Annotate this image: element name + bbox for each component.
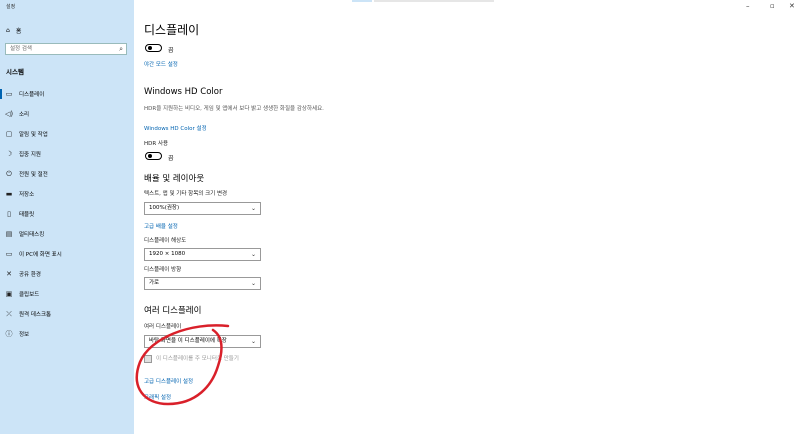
- storage-icon: ▬: [5, 190, 13, 198]
- main-display-checkbox[interactable]: [144, 355, 152, 363]
- hdr-toggle[interactable]: [145, 152, 162, 160]
- info-icon: ⓘ: [5, 330, 13, 338]
- search-placeholder: 설정 검색: [10, 46, 32, 52]
- close-button[interactable]: ✕: [789, 2, 795, 10]
- app-title: 설정: [6, 4, 16, 10]
- chevron-down-icon: ⌄: [250, 251, 256, 258]
- chevron-down-icon: ⌄: [250, 338, 256, 345]
- sidebar-item-label: 이 PC에 화면 표시: [19, 252, 62, 258]
- sidebar-item-shared[interactable]: ✕ 공유 환경: [0, 267, 134, 281]
- graphics-settings-link[interactable]: 그래픽 설정: [144, 393, 171, 401]
- speaker-icon: ◁): [4, 110, 14, 118]
- multi-display-value: 바탕 화면을 이 디스플레이에 확장: [149, 338, 227, 344]
- orientation-dropdown[interactable]: 가로 ⌄: [144, 277, 261, 290]
- sidebar-item-label: 전원 및 절전: [19, 172, 48, 178]
- multi-display-section-title: 여러 디스플레이: [144, 306, 202, 316]
- chevron-down-icon: ⌄: [250, 280, 256, 287]
- main-display-checkbox-label: 이 디스플레이를 주 모니터로 만들기: [156, 356, 239, 362]
- power-icon: ⏻: [6, 169, 12, 178]
- resolution-label: 디스플레이 해상도: [144, 238, 187, 244]
- advanced-display-link[interactable]: 고급 디스플레이 설정: [144, 377, 193, 385]
- sidebar-item-label: 소리: [19, 112, 30, 118]
- sidebar-item-label: 공유 환경: [19, 272, 41, 278]
- hdr-toggle-label: 끔: [168, 155, 174, 162]
- notification-icon: ▢: [5, 130, 13, 138]
- sidebar: 설정 ⌂ 홈 설정 검색 ⌕ 시스템 ▭ 디스플레이 ◁) 소리 ▢ 알림 및 …: [0, 0, 134, 434]
- scale-value: 100%(권장): [149, 205, 180, 211]
- moon-icon: ☽: [5, 150, 13, 158]
- project-icon: ▭: [5, 250, 13, 258]
- resolution-dropdown[interactable]: 1920 × 1080 ⌄: [144, 248, 261, 261]
- scale-label: 텍스트, 앱 및 기타 항목의 크기 변경: [144, 191, 228, 197]
- night-light-toggle[interactable]: [145, 44, 162, 52]
- sidebar-item-label: 원격 데스크톱: [19, 312, 52, 318]
- sidebar-item-label: 클립보드: [19, 292, 40, 298]
- sidebar-item-label: 알림 및 작업: [19, 132, 48, 138]
- sidebar-item-remote[interactable]: ⤫ 원격 데스크톱: [0, 307, 134, 321]
- sidebar-item-label: 멀티태스킹: [19, 232, 45, 238]
- sidebar-item-label: 저장소: [19, 192, 35, 198]
- sidebar-item-display[interactable]: ▭ 디스플레이: [0, 87, 134, 101]
- hdr-use-label: HDR 사용: [144, 141, 169, 147]
- sidebar-item-label: 정보: [19, 332, 30, 338]
- nav-home-label: 홈: [15, 28, 22, 35]
- section-title: 시스템: [6, 68, 24, 76]
- sidebar-item-label: 디스플레이: [19, 92, 45, 98]
- hdr-settings-link[interactable]: Windows HD Color 설정: [144, 124, 207, 132]
- hdr-description: HDR을 지원하는 비디오, 게임 및 앱에서 보다 밝고 생생한 화질을 감상…: [144, 106, 324, 112]
- chevron-down-icon: ⌄: [250, 205, 256, 212]
- sidebar-item-tablet[interactable]: ▯ 태블릿: [0, 207, 134, 221]
- sidebar-item-label: 태블릿: [19, 212, 35, 218]
- scale-dropdown[interactable]: 100%(권장) ⌄: [144, 202, 261, 215]
- resolution-value: 1920 × 1080: [149, 251, 186, 257]
- maximize-button[interactable]: ▫: [770, 2, 775, 10]
- sidebar-item-about[interactable]: ⓘ 정보: [0, 327, 134, 341]
- sidebar-item-sound[interactable]: ◁) 소리: [0, 107, 134, 121]
- minimize-button[interactable]: –: [746, 2, 750, 10]
- sidebar-item-label: 집중 지원: [19, 152, 41, 158]
- tablet-icon: ▯: [7, 210, 11, 218]
- orientation-value: 가로: [149, 280, 160, 286]
- sidebar-item-notifications[interactable]: ▢ 알림 및 작업: [0, 127, 134, 141]
- multi-display-dropdown[interactable]: 바탕 화면을 이 디스플레이에 확장 ⌄: [144, 335, 261, 348]
- sidebar-item-storage[interactable]: ▬ 저장소: [0, 187, 134, 201]
- sidebar-item-power[interactable]: ⏻ 전원 및 절전: [0, 167, 134, 181]
- page-title: 디스플레이: [144, 23, 200, 37]
- hdr-section-title: Windows HD Color: [144, 87, 223, 97]
- clipboard-icon: ▣: [5, 290, 13, 298]
- night-light-toggle-label: 끔: [168, 47, 174, 54]
- layout-section-title: 배율 및 레이아웃: [144, 174, 205, 184]
- nav-home[interactable]: ⌂ 홈: [6, 26, 21, 35]
- monitor-icon: ▭: [5, 90, 13, 98]
- home-icon: ⌂: [6, 27, 10, 34]
- multitask-icon: ▤: [5, 230, 13, 238]
- orientation-label: 디스플레이 방향: [144, 267, 182, 273]
- main-content: 디스플레이 끔 야간 모드 설정 Windows HD Color HDR을 지…: [144, 0, 564, 434]
- remote-icon: ⤫: [6, 309, 12, 318]
- advanced-scale-link[interactable]: 고급 배율 설정: [144, 222, 178, 230]
- multi-display-label: 여러 디스플레이: [144, 324, 182, 330]
- search-icon[interactable]: ⌕: [119, 44, 123, 54]
- search-input[interactable]: 설정 검색 ⌕: [5, 43, 127, 55]
- sidebar-item-clipboard[interactable]: ▣ 클립보드: [0, 287, 134, 301]
- sidebar-item-focus[interactable]: ☽ 집중 지원: [0, 147, 134, 161]
- night-light-settings-link[interactable]: 야간 모드 설정: [144, 60, 178, 68]
- sidebar-item-projecting[interactable]: ▭ 이 PC에 화면 표시: [0, 247, 134, 261]
- share-icon: ✕: [6, 270, 12, 278]
- sidebar-item-multitasking[interactable]: ▤ 멀티태스킹: [0, 227, 134, 241]
